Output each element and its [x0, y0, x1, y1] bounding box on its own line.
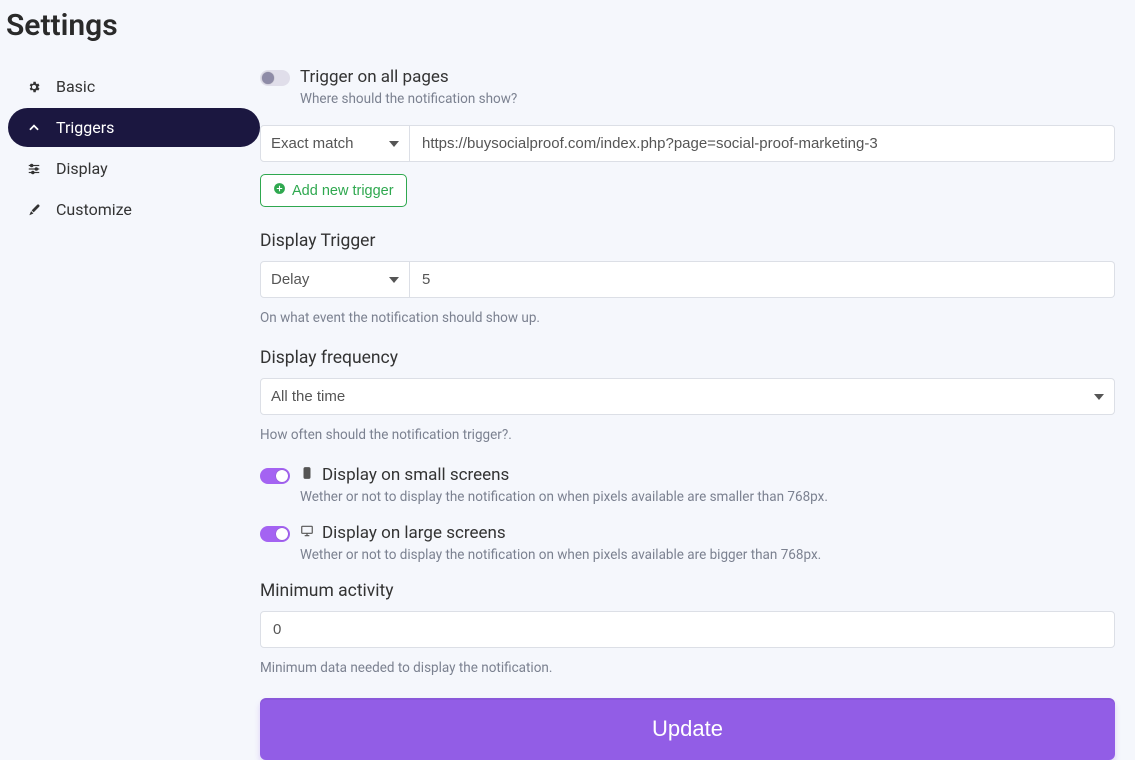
toggle-all-pages[interactable]	[260, 70, 290, 86]
toggle-small-screens[interactable]	[260, 468, 290, 484]
toggle-large-screens[interactable]	[260, 526, 290, 542]
sidebar: Basic Triggers Display Customize	[0, 61, 260, 760]
sidebar-item-label: Customize	[56, 200, 132, 219]
help-small-screens: Wether or not to display the notificatio…	[300, 489, 828, 505]
sidebar-item-customize[interactable]: Customize	[8, 190, 260, 229]
label-display-trigger: Display Trigger	[260, 231, 1115, 251]
trigger-url-input[interactable]	[410, 125, 1115, 162]
help-all-pages: Where should the notification show?	[300, 91, 517, 107]
help-display-trigger: On what event the notification should sh…	[260, 310, 1115, 326]
min-activity-input[interactable]	[260, 611, 1115, 648]
frequency-select[interactable]: All the time	[260, 378, 1115, 415]
sliders-icon	[26, 161, 42, 177]
sidebar-item-basic[interactable]: Basic	[8, 67, 260, 106]
add-trigger-label: Add new trigger	[292, 183, 394, 199]
label-small-screens: Display on small screens	[322, 465, 509, 485]
help-min-activity: Minimum data needed to display the notif…	[260, 660, 1115, 676]
sidebar-item-display[interactable]: Display	[8, 149, 260, 188]
mobile-icon	[300, 465, 314, 485]
label-min-activity: Minimum activity	[260, 581, 1115, 601]
plus-circle-icon	[273, 182, 286, 199]
sidebar-item-label: Display	[56, 159, 108, 178]
sidebar-item-label: Triggers	[56, 118, 114, 137]
label-frequency: Display frequency	[260, 348, 1115, 368]
help-frequency: How often should the notification trigge…	[260, 427, 1115, 443]
sidebar-item-triggers[interactable]: Triggers	[8, 108, 260, 147]
label-all-pages: Trigger on all pages	[300, 67, 517, 87]
desktop-icon	[300, 523, 314, 543]
display-trigger-value-input[interactable]	[410, 261, 1115, 298]
chevron-up-icon	[26, 120, 42, 136]
brush-icon	[26, 202, 42, 218]
match-type-select[interactable]: Exact match	[260, 125, 410, 162]
gear-icon	[26, 79, 42, 95]
display-trigger-type-select[interactable]: Delay	[260, 261, 410, 298]
label-large-screens: Display on large screens	[322, 523, 506, 543]
main-panel: Trigger on all pages Where should the no…	[260, 61, 1135, 760]
trigger-rule-row: Exact match	[260, 125, 1115, 162]
sidebar-item-label: Basic	[56, 77, 95, 96]
help-large-screens: Wether or not to display the notificatio…	[300, 547, 821, 563]
add-trigger-button[interactable]: Add new trigger	[260, 174, 407, 207]
page-title: Settings	[0, 0, 1135, 61]
update-button[interactable]: Update	[260, 698, 1115, 760]
